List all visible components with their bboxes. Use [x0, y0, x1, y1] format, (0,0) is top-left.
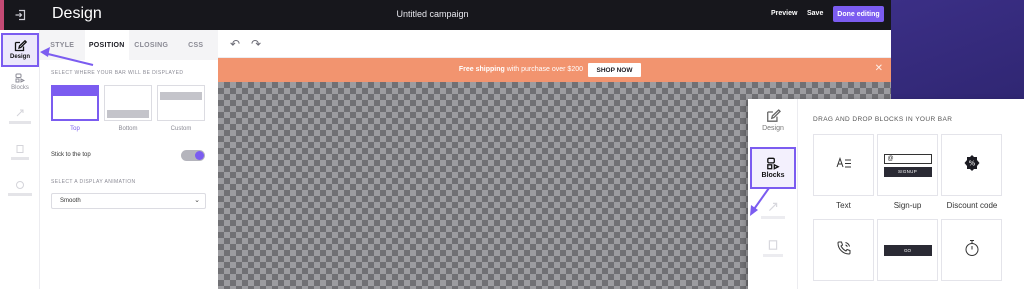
- popup-rail-blocks[interactable]: Blocks: [750, 147, 796, 189]
- popup-rail: Design Blocks: [748, 99, 798, 289]
- undo-icon[interactable]: ↶: [230, 37, 240, 51]
- position-label-bottom: Bottom: [118, 126, 138, 132]
- block-label-discount: Discount code: [946, 201, 998, 210]
- rail-item-design[interactable]: Design: [1, 33, 39, 67]
- phone-call-icon: [836, 240, 852, 261]
- animation-select[interactable]: Smooth ⌄: [51, 193, 206, 209]
- edit-icon: [766, 109, 781, 125]
- popup-rail-faded[interactable]: [748, 239, 798, 257]
- block-discount[interactable]: %: [941, 134, 1002, 196]
- rail-item-faded[interactable]: [0, 144, 40, 160]
- tab-bar: STYLE POSITION CLOSING CSS: [40, 30, 218, 60]
- signup-inner-label: SIGNUP: [883, 166, 932, 177]
- discount-badge-icon: %: [963, 154, 981, 177]
- rail-item-label: Design: [9, 54, 30, 60]
- shop-now-button[interactable]: SHOP NOW: [588, 63, 641, 77]
- button-block-icon: GO: [883, 244, 932, 256]
- signup-form-icon: @ SIGNUP: [883, 153, 932, 177]
- campaign-name[interactable]: Untitled campaign: [0, 9, 865, 19]
- blocks-icon: [15, 73, 26, 85]
- block-text[interactable]: [813, 134, 874, 196]
- blocks-icon: [766, 157, 780, 172]
- tab-css[interactable]: CSS: [174, 30, 219, 60]
- redo-icon[interactable]: ↷: [251, 37, 261, 51]
- blocks-popup: Design Blocks DRAG AND DROP BLOCKS IN YO…: [748, 99, 1024, 289]
- close-icon[interactable]: ✕: [875, 63, 883, 74]
- block-phone[interactable]: [813, 219, 874, 281]
- promo-bold-text: Free shipping: [458, 66, 505, 73]
- promo-text: Free shipping with purchase over $200: [218, 66, 583, 73]
- promo-bar[interactable]: Free shipping with purchase over $200 SH…: [218, 58, 891, 82]
- rail-item-faded[interactable]: [0, 108, 40, 124]
- animation-value: Smooth: [60, 198, 81, 204]
- position-label-custom: Custom: [170, 126, 192, 132]
- position-option-bottom[interactable]: [104, 85, 152, 121]
- rail-item-blocks[interactable]: Blocks: [0, 73, 40, 91]
- top-bar: Design Untitled campaign Preview Save Do…: [0, 0, 891, 30]
- position-label-top: Top: [70, 126, 80, 132]
- toggle-knob: [195, 151, 204, 160]
- stick-label: Stick to the top: [51, 152, 91, 158]
- timer-icon: [964, 239, 980, 262]
- popup-rail-label: Blocks: [761, 172, 785, 179]
- animation-section-label: SELECT A DISPLAY ANIMATION: [51, 179, 136, 185]
- block-button[interactable]: GO: [877, 219, 938, 281]
- edit-icon: [14, 39, 27, 54]
- settings-panel: STYLE POSITION CLOSING CSS SELECT WHERE …: [40, 30, 218, 289]
- block-label-text: Text: [836, 201, 851, 210]
- popup-rail-faded[interactable]: [748, 201, 798, 219]
- done-editing-button[interactable]: Done editing: [833, 6, 884, 22]
- tab-position[interactable]: POSITION: [84, 30, 129, 60]
- popup-rail-label: Design: [762, 125, 784, 132]
- stick-toggle[interactable]: [181, 150, 205, 161]
- block-label-signup: Sign-up: [893, 201, 922, 210]
- left-rail: Design Blocks: [0, 30, 40, 289]
- promo-rest-text: with purchase over $200: [504, 66, 583, 73]
- block-timer[interactable]: [941, 219, 1002, 281]
- position-option-top[interactable]: [51, 85, 99, 121]
- block-signup[interactable]: @ SIGNUP: [877, 134, 938, 196]
- preview-button[interactable]: Preview: [771, 10, 797, 17]
- chevron-down-icon: ⌄: [194, 197, 200, 204]
- position-section-label: SELECT WHERE YOUR BAR WILL BE DISPLAYED: [51, 70, 184, 76]
- save-button[interactable]: Save: [807, 10, 823, 17]
- svg-text:%: %: [968, 159, 975, 167]
- blocks-heading: DRAG AND DROP BLOCKS IN YOUR BAR: [813, 116, 953, 123]
- popup-rail-design[interactable]: Design: [748, 109, 798, 132]
- rail-item-label: Blocks: [11, 85, 29, 91]
- rail-item-faded[interactable]: [0, 180, 40, 196]
- canvas-toolbar: ↶ ↷: [218, 30, 891, 58]
- position-option-custom[interactable]: [157, 85, 205, 121]
- text-icon: [836, 156, 852, 174]
- tab-style[interactable]: STYLE: [40, 30, 85, 60]
- tab-closing[interactable]: CLOSING: [129, 30, 174, 60]
